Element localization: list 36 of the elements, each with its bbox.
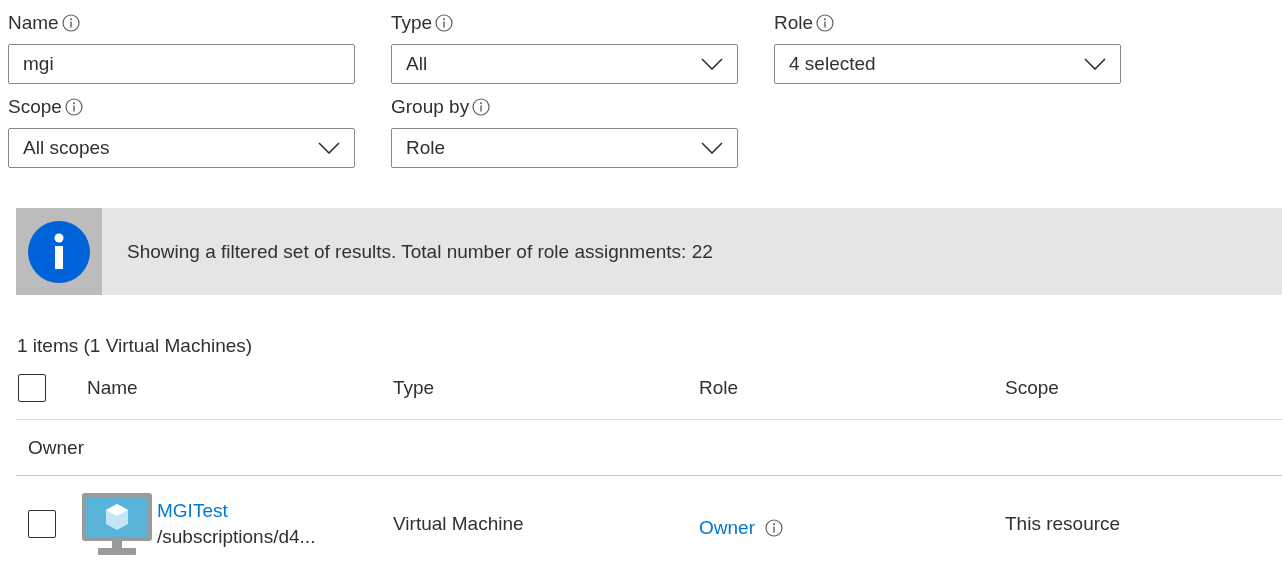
items-count: 1 items (1 Virtual Machines) [17, 335, 253, 357]
info-icon [435, 14, 454, 32]
type-cell-text: Virtual Machine [393, 513, 525, 535]
resource-path: /subscriptions/d4... [157, 525, 316, 549]
name-input-field[interactable]: mgi [8, 44, 355, 84]
chevron-down-icon [701, 142, 723, 154]
info-icon [472, 98, 491, 116]
scope-cell-text: This resource [1005, 513, 1122, 535]
chevron-down-icon [318, 142, 340, 154]
role-link[interactable]: Owner [699, 517, 755, 539]
dropdown[interactable]: Role [391, 128, 738, 168]
info-icon [816, 14, 835, 32]
dropdown[interactable]: All scopes [8, 128, 355, 168]
virtual-machine-icon [81, 492, 153, 556]
resource-link[interactable]: MGITest [157, 498, 316, 524]
chevron-down-icon [1084, 58, 1106, 70]
info-icon [64, 98, 83, 116]
info-icon [28, 220, 90, 283]
dropdown[interactable]: 4 selected [774, 44, 1121, 84]
column-header[interactable]: Name [87, 377, 393, 399]
filter-label: Name [8, 12, 59, 34]
select-all-checkbox[interactable] [18, 374, 46, 402]
dropdown[interactable]: All [391, 44, 738, 84]
group-header: Owner [28, 436, 84, 459]
chevron-down-icon [701, 58, 723, 70]
info-icon [764, 519, 783, 537]
banner-message: Showing a filtered set of results. Total number of role assignments: 22 [127, 240, 713, 263]
filter-label: Group by [391, 96, 470, 118]
filter-label: Type [391, 12, 433, 34]
column-header[interactable]: Scope [1005, 377, 1282, 399]
filter-label: Scope [8, 96, 62, 118]
info-icon [61, 14, 80, 32]
row-checkbox[interactable] [28, 510, 56, 538]
column-header[interactable]: Role [699, 377, 1005, 399]
filter-label: Role [774, 12, 814, 34]
column-header[interactable]: Type [393, 377, 699, 399]
